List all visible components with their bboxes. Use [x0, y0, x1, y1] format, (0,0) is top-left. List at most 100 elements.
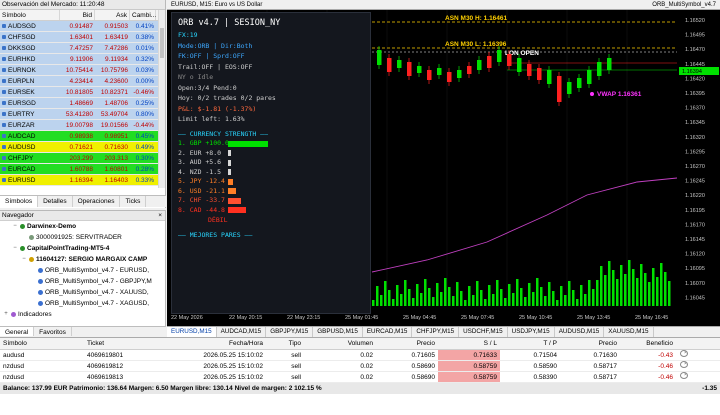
- chart-tab[interactable]: USDJPY,M15: [508, 327, 555, 337]
- expand-icon[interactable]: −: [12, 221, 18, 232]
- market-row[interactable]: AUDUSD 0.71621 0.71630 0.49%: [0, 142, 165, 153]
- market-row[interactable]: AUDCAD 0.98938 0.98951 0.45%: [0, 131, 165, 142]
- change-cell: 0.25%: [135, 100, 154, 107]
- scrollbar-thumb[interactable]: [160, 28, 164, 58]
- symbol-name: CHFJPY: [8, 154, 34, 162]
- close-position-icon[interactable]: ×: [680, 350, 688, 357]
- terminal-col-header[interactable]: Precio: [560, 338, 620, 349]
- symbol-icon: [2, 167, 6, 171]
- chart-tab[interactable]: AUDCAD,M15: [217, 327, 267, 337]
- position-ticket: 4069619801: [87, 352, 124, 359]
- ask-cell: 1.48706: [104, 100, 129, 107]
- candle-body: [597, 62, 602, 76]
- market-row[interactable]: CHFSGD 1.63401 1.63419 0.38%: [0, 32, 165, 43]
- terminal-col-header[interactable]: Volumen: [304, 338, 376, 349]
- symbol-name: EURZAR: [8, 121, 35, 129]
- position-profit: -0.43: [658, 352, 673, 359]
- volume-bar: [468, 286, 471, 306]
- volume-bar: [416, 284, 419, 306]
- navigator-item[interactable]: − Darwinex-Demo: [0, 221, 165, 232]
- expand-icon[interactable]: +: [3, 309, 9, 320]
- symbol-cell: CHFJPY: [0, 153, 60, 163]
- market-row[interactable]: EURCAD 1.60788 1.60801 0.28%: [0, 164, 165, 175]
- terminal-col-header[interactable]: S / L: [438, 338, 500, 349]
- position-row[interactable]: audusd 4069619801 2026.05.25 15:10:02 sell 0…: [0, 350, 720, 361]
- chart-tab[interactable]: XAUUSD,M15: [604, 327, 654, 337]
- market-row[interactable]: EURTRY 53.41280 53.49704 0.80%: [0, 109, 165, 120]
- tab-details[interactable]: Detalles: [38, 196, 73, 207]
- position-row[interactable]: nzdusd 4069619812 2026.05.25 15:10:02 sell 0…: [0, 361, 720, 372]
- navigator-item[interactable]: ORB_MultiSymbol_v4.7 - GBPJPY,M: [0, 276, 165, 287]
- candle-body: [447, 72, 452, 82]
- navigator-item[interactable]: − 11604127: SERGIO MARGAIX CAMP: [0, 254, 165, 265]
- terminal-col-header[interactable]: Precio: [376, 338, 438, 349]
- market-row[interactable]: AUDSGD 0.91487 0.91503 0.41%: [0, 21, 165, 32]
- ask-cell: 7.47286: [104, 45, 129, 52]
- candle-body: [397, 60, 402, 68]
- terminal-col-header[interactable]: Fecha/Hora: [176, 338, 266, 349]
- navigator-item[interactable]: ORB_MultiSymbol_v4.7 - XAGUSD,: [0, 298, 165, 309]
- price-tick-label: 1.16145: [685, 237, 705, 243]
- ea-status-lines: ORB v4.7 | SESION_NY FX:19 Mode:ORB | Dir:…: [178, 17, 364, 125]
- tab-general[interactable]: General: [0, 327, 35, 336]
- navigator-item[interactable]: ORB_MultiSymbol_v4.7 - EURUSD,: [0, 265, 165, 276]
- market-row[interactable]: EURHKD 9.11906 9.11934 0.32%: [0, 54, 165, 65]
- market-row[interactable]: CHFJPY 203.299 203.313 0.30%: [0, 153, 165, 164]
- volume-bar: [544, 296, 547, 306]
- navigator-item[interactable]: 3000091925: SERVITRADER: [0, 232, 165, 243]
- terminal-col-header[interactable]: T / P: [500, 338, 560, 349]
- candle-body: [517, 58, 522, 72]
- navigator-item[interactable]: − CapitalPointTrading-MT5-4: [0, 243, 165, 254]
- expand-icon[interactable]: −: [21, 254, 27, 265]
- navigator-tree: − Darwinex-Demo 3000091925: SERVITRADER − Ca…: [0, 221, 165, 320]
- navigator-item[interactable]: + Indicadores: [0, 309, 165, 320]
- expand-icon[interactable]: −: [12, 243, 18, 254]
- volume-bar: [476, 281, 479, 306]
- position-row[interactable]: nzdusd 4069619813 2026.05.25 15:10:02 sell 0…: [0, 372, 720, 383]
- close-position-icon[interactable]: ×: [680, 361, 688, 368]
- tab-symbols[interactable]: Símbolos: [0, 196, 39, 207]
- market-row[interactable]: EURZAR 19.00798 19.01566 -0.44%: [0, 120, 165, 131]
- market-watch-scrollbar[interactable]: [158, 10, 165, 188]
- col-bid[interactable]: Bid: [60, 10, 95, 20]
- symbol-name: EURHKD: [8, 55, 36, 63]
- chart-tab[interactable]: EURUSD,M15: [167, 327, 217, 337]
- col-change[interactable]: Cambi...: [130, 10, 156, 20]
- terminal-col-header[interactable]: Símbolo: [0, 338, 84, 349]
- strength-bar: [228, 197, 242, 204]
- volume-bar: [480, 290, 483, 306]
- close-icon[interactable]: ×: [158, 211, 162, 220]
- terminal-col-header[interactable]: Beneficio: [620, 338, 676, 349]
- position-price: 0.58690: [411, 363, 436, 370]
- terminal-col-header[interactable]: Tipo: [266, 338, 304, 349]
- symbol-icon: [2, 123, 6, 127]
- candle-body: [377, 50, 382, 65]
- terminal-col-header[interactable]: Ticket: [84, 338, 176, 349]
- chart-tab[interactable]: CHFJPY,M15: [412, 327, 460, 337]
- chart-tab[interactable]: GBPJPY,M15: [266, 327, 314, 337]
- chart-tab[interactable]: GBPUSD,M15: [313, 327, 363, 337]
- symbol-cell: AUDUSD: [0, 142, 60, 152]
- market-row[interactable]: EURSGD 1.48669 1.48706 0.25%: [0, 98, 165, 109]
- chart-ea-name: ORB_MultiSymbol_v4.7: [652, 1, 716, 8]
- market-row[interactable]: EURUSD 1.16394 1.16403 0.33%: [0, 175, 165, 186]
- chart-tab[interactable]: AUDUSD,M15: [555, 327, 605, 337]
- symbol-cell: EURSGD: [0, 98, 60, 108]
- account-icon: [29, 235, 34, 240]
- chart-tab[interactable]: USDCHF,M15: [459, 327, 508, 337]
- market-row[interactable]: EURPLN 4.23414 4.23600 0.00%: [0, 76, 165, 87]
- volume-bar: [532, 292, 535, 306]
- volume-bar: [588, 280, 591, 306]
- chart-tab[interactable]: EURCAD,M15: [363, 327, 413, 337]
- market-row[interactable]: DKKSGD 7.47257 7.47286 0.01%: [0, 43, 165, 54]
- tab-favorites[interactable]: Favoritos: [34, 327, 72, 336]
- close-position-icon[interactable]: ×: [680, 372, 688, 379]
- col-symbol[interactable]: Símbolo: [0, 10, 60, 20]
- market-row[interactable]: EURNOK 10.75414 10.75796 0.03%: [0, 65, 165, 76]
- tab-ticks[interactable]: Ticks: [120, 196, 147, 207]
- col-ask[interactable]: Ask: [95, 10, 130, 20]
- tab-operations[interactable]: Operaciones: [73, 196, 121, 207]
- ea-status-line: Hoy: 0/2 trades 0/2 pares: [178, 94, 276, 102]
- market-row[interactable]: EURSEK 10.81805 10.82371 -0.46%: [0, 87, 165, 98]
- navigator-item[interactable]: ORB_MultiSymbol_v4.7 - XAUUSD,: [0, 287, 165, 298]
